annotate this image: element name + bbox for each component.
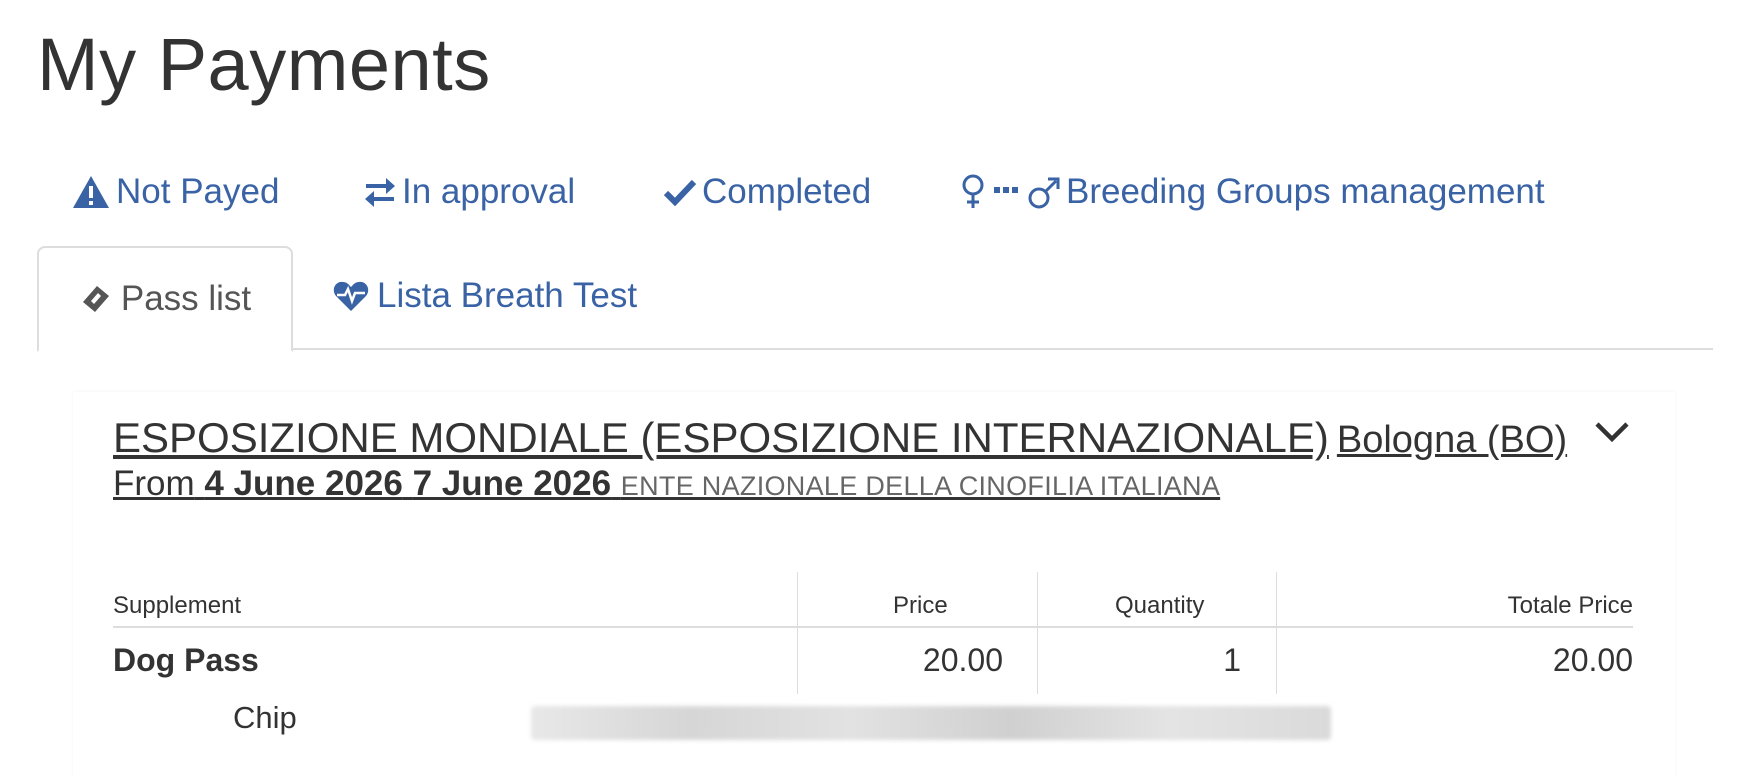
nav-not-payed[interactable]: Not Payed [72,172,279,212]
row-supplement: Dog Pass [113,642,259,678]
event-name[interactable]: ESPOSIZIONE MONDIALE (ESPOSIZIONE INTERN… [113,414,1329,461]
event-from-label: From [113,464,195,503]
nav-completed-label: Completed [702,172,872,211]
nav-breeding-groups-label: Breeding Groups management [1066,172,1545,211]
event-title[interactable]: ESPOSIZIONE MONDIALE (ESPOSIZIONE INTERN… [113,414,1593,464]
event-place[interactable]: Bologna (BO) [1337,419,1567,461]
check-icon [664,179,696,206]
exchange-icon [365,178,395,207]
female-male-icon [962,174,1060,209]
event-end-date: 7 June 2026 [412,464,612,503]
supplements-table: Supplement Price Quantity Totale Price D… [113,572,1633,748]
tab-pass-list[interactable]: Pass list [37,246,293,352]
tabs-bar: Pass list Lista Breath Test [37,246,1713,352]
row-total-price: 20.00 [1552,642,1633,678]
table-header: Supplement Price Quantity Totale Price [113,572,1633,628]
nav-in-approval[interactable]: In approval [364,172,575,212]
tab-lista-breath-test[interactable]: Lista Breath Test [333,246,637,346]
chevron-down-icon[interactable] [1594,420,1630,449]
tab-pass-list-label: Pass list [120,279,252,318]
event-panel: ESPOSIZIONE MONDIALE (ESPOSIZIONE INTERN… [73,392,1675,777]
warning-icon [73,176,109,208]
nav-in-approval-label: In approval [402,172,576,211]
page-title: My Payments [37,23,491,106]
blurred-text [531,706,1331,740]
event-dates[interactable]: From 4 June 2026 7 June 2026 ENTE NAZION… [113,462,1220,508]
header-quantity: Quantity [1115,592,1205,619]
header-total-price: Totale Price [1507,592,1633,619]
tab-lista-breath-test-label: Lista Breath Test [377,276,638,315]
chip-label: Chip [233,700,297,735]
event-start-date: 4 June 2026 [204,464,403,503]
nav-breeding-groups[interactable]: Breeding Groups management [960,172,1545,212]
table-row: Dog Pass 20.00 1 20.00 [113,628,1633,692]
heartbeat-icon [333,281,369,311]
nav-completed[interactable]: Completed [664,172,871,212]
row-price: 20.00 [922,642,1003,678]
header-supplement: Supplement [113,592,242,619]
event-organizer: ENTE NAZIONALE DELLA CINOFILIA ITALIANA [620,471,1221,501]
header-price: Price [893,592,948,619]
nav-not-payed-label: Not Payed [116,172,280,211]
table-subrow: Chip [113,692,1633,748]
row-quantity: 1 [1223,642,1241,678]
ticket-icon [82,286,109,312]
